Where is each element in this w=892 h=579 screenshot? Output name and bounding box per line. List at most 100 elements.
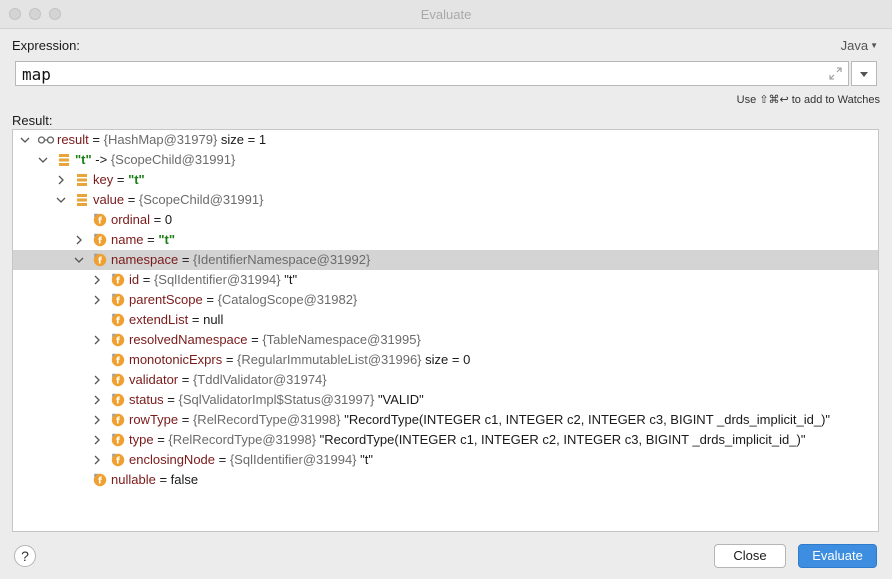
history-dropdown-button[interactable] (851, 61, 877, 86)
chevron-right-icon[interactable] (91, 410, 103, 430)
close-button[interactable]: Close (714, 544, 786, 568)
var-ref: {CatalogScope@31982} (217, 292, 358, 307)
separator: = (139, 272, 154, 287)
field-icon: f (111, 353, 125, 367)
svg-text:f: f (98, 257, 102, 267)
tree-row-validator[interactable]: f validator = {TddlValidator@31974} (13, 370, 878, 390)
field-icon: f (111, 313, 125, 327)
chevron-down-icon (860, 72, 868, 77)
var-ref: {RegularImmutableList@31996} (237, 352, 422, 367)
var-ref: {TableNamespace@31995} (262, 332, 421, 347)
svg-text:f: f (116, 317, 120, 327)
expression-label: Expression: (12, 38, 80, 53)
tree-row-resolvednamespace[interactable]: f resolvedNamespace = {TableNamespace@31… (13, 330, 878, 350)
watch-glasses-icon (37, 136, 55, 144)
var-ref: {SqlIdentifier@31994} (229, 452, 357, 467)
var-extra: size = 1 (217, 132, 267, 147)
var-name: nullable (111, 472, 156, 487)
svg-text:f: f (116, 457, 120, 467)
tree-row-entry[interactable]: "t" -> {ScopeChild@31991} (13, 150, 878, 170)
tree-row-enclosingnode[interactable]: f enclosingNode = {SqlIdentifier@31994} … (13, 450, 878, 470)
chevron-right-icon[interactable] (55, 170, 67, 190)
language-label: Java (840, 38, 869, 53)
chevron-right-icon[interactable] (91, 390, 103, 410)
svg-text:f: f (116, 397, 120, 407)
tree-row-rowtype[interactable]: f rowType = {RelRecordType@31998} "Recor… (13, 410, 878, 430)
field-icon: f (93, 473, 107, 487)
svg-text:f: f (98, 217, 102, 227)
svg-text:f: f (116, 337, 120, 347)
separator: = (188, 312, 204, 327)
expression-field[interactable] (15, 61, 849, 86)
tree-row-status[interactable]: f status = {SqlValidatorImpl$Status@3199… (13, 390, 878, 410)
window-title: Evaluate (420, 7, 472, 22)
tree-row-value[interactable]: value = {ScopeChild@31991} (13, 190, 878, 210)
chevron-right-icon[interactable] (91, 270, 103, 290)
separator: = (178, 412, 193, 427)
var-name: resolvedNamespace (129, 332, 248, 347)
field-icon: f (93, 233, 107, 247)
field-icon: f (111, 433, 125, 447)
chevron-down-icon[interactable] (73, 250, 85, 270)
chevron-down-icon[interactable] (55, 190, 67, 210)
svg-text:f: f (98, 477, 102, 487)
chevron-down-icon[interactable] (37, 150, 49, 170)
chevron-right-icon[interactable] (91, 450, 103, 470)
tree-row-ordinal[interactable]: f ordinal = 0 (13, 210, 878, 230)
help-button[interactable]: ? (14, 545, 36, 567)
var-name: validator (129, 372, 179, 387)
svg-text:f: f (116, 297, 120, 307)
map-entry-icon (59, 154, 69, 166)
tree-row-parentscope[interactable]: f parentScope = {CatalogScope@31982} (13, 290, 878, 310)
chevron-right-icon[interactable] (73, 230, 85, 250)
tree-row-type[interactable]: f type = {RelRecordType@31998} "RecordTy… (13, 430, 878, 450)
field-icon: f (111, 293, 125, 307)
result-tree[interactable]: result = {HashMap@31979} size = 1 "t" ->… (12, 129, 879, 532)
expression-input[interactable] (20, 64, 814, 85)
separator: = (155, 472, 171, 487)
separator: = (178, 372, 193, 387)
svg-text:f: f (116, 357, 120, 367)
var-name: result (57, 132, 89, 147)
chevron-right-icon[interactable] (91, 290, 103, 310)
result-label: Result: (12, 113, 53, 128)
chevron-down-icon[interactable] (19, 130, 31, 150)
title-bar: Evaluate (0, 0, 892, 29)
expand-icon[interactable] (829, 67, 842, 80)
var-name: status (129, 392, 164, 407)
tree-row-name[interactable]: f name = "t" (13, 230, 878, 250)
field-icon: f (93, 253, 107, 267)
tree-row-namespace[interactable]: f namespace = {IdentifierNamespace@31992… (13, 250, 878, 270)
separator: = (153, 432, 169, 447)
var-name: parentScope (129, 292, 203, 307)
tree-row-nullable[interactable]: f nullable = false (13, 470, 878, 490)
var-ref: {IdentifierNamespace@31992} (193, 252, 371, 267)
var-value: 0 (164, 212, 173, 227)
chevron-right-icon[interactable] (91, 330, 103, 350)
tree-row-id[interactable]: f id = {SqlIdentifier@31994} "t" (13, 270, 878, 290)
var-string: "t" (158, 232, 176, 247)
var-name: ordinal (111, 212, 151, 227)
language-selector[interactable]: Java ▼ (841, 38, 878, 53)
var-name: type (129, 432, 154, 447)
tree-row-monotonicexprs[interactable]: f monotonicExprs = {RegularImmutableList… (13, 350, 878, 370)
var-name: id (129, 272, 140, 287)
var-ref: {ScopeChild@31991} (110, 152, 236, 167)
field-icon: f (111, 373, 125, 387)
tree-row-extendlist[interactable]: f extendList = null (13, 310, 878, 330)
tree-row-key[interactable]: key = "t" (13, 170, 878, 190)
chevron-right-icon[interactable] (91, 370, 103, 390)
evaluate-button[interactable]: Evaluate (798, 544, 877, 568)
chevron-right-icon[interactable] (91, 430, 103, 450)
separator: = (222, 352, 238, 367)
separator: = (143, 232, 159, 247)
var-ref: {ScopeChild@31991} (138, 192, 264, 207)
map-entry-icon (77, 174, 87, 186)
chevron-down-icon: ▼ (870, 41, 878, 50)
var-name: monotonicExprs (129, 352, 223, 367)
svg-text:f: f (98, 237, 102, 247)
watches-hint: Use ⇧⌘↩ to add to Watches (736, 94, 880, 106)
tree-row-result[interactable]: result = {HashMap@31979} size = 1 (13, 130, 878, 150)
separator: = (215, 452, 230, 467)
separator: = (88, 132, 104, 147)
